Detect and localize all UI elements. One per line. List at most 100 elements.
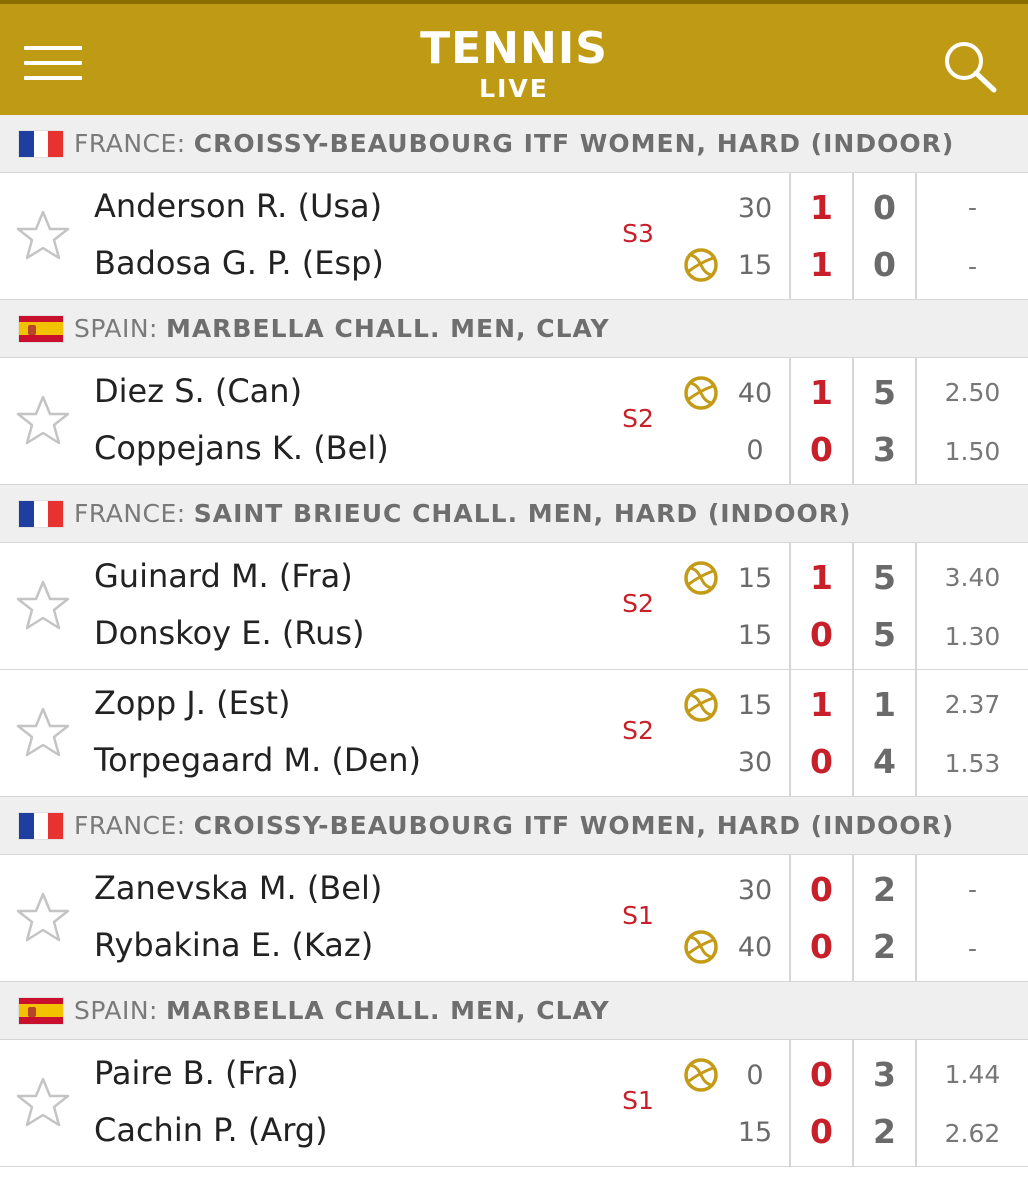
match-row[interactable]: Zanevska M. (Bel) Rybakina E. (Kaz) S1 30 40… <box>0 855 1028 982</box>
serving-ball-icon <box>683 560 719 596</box>
app-header: TENNIS LIVE <box>0 0 1028 115</box>
player-name: Diez S. (Can) <box>94 372 303 410</box>
odds-value[interactable]: - <box>917 193 1028 222</box>
current-set-label: S1 <box>622 1086 654 1115</box>
league-name: CROISSY-BEAUBOURG ITF WOMEN, HARD (INDOO… <box>193 811 955 840</box>
player-name: Zopp J. (Est) <box>94 684 291 722</box>
france-flag-icon <box>18 499 64 528</box>
app-title-sub: LIVE <box>479 74 549 103</box>
league-name: MARBELLA CHALL. MEN, CLAY <box>165 996 610 1025</box>
game-score: 15 <box>737 250 773 281</box>
spain-flag-icon <box>18 996 64 1025</box>
player-name: Zanevska M. (Bel) <box>94 869 383 907</box>
match-row[interactable]: Guinard M. (Fra) Donskoy E. (Rus) S2 15 15 1 0… <box>0 543 1028 670</box>
game-score: 15 <box>737 563 773 594</box>
sets-score: 1 <box>810 188 833 227</box>
odds-value[interactable]: - <box>917 252 1028 281</box>
odds-value[interactable]: 1.30 <box>917 622 1028 651</box>
league-country: SPAIN: <box>74 996 158 1025</box>
serving-ball-icon <box>683 1057 719 1093</box>
favorite-star-icon[interactable] <box>14 393 72 451</box>
game-score: 30 <box>737 193 773 224</box>
league-name: CROISSY-BEAUBOURG ITF WOMEN, HARD (INDOO… <box>193 129 955 158</box>
odds-value[interactable]: 1.44 <box>917 1060 1028 1089</box>
match-list: FRANCE: CROISSY-BEAUBOURG ITF WOMEN, HARD… <box>0 115 1028 1167</box>
sets-score: 1 <box>810 685 833 724</box>
player-name: Coppejans K. (Bel) <box>94 429 389 467</box>
games-score: 3 <box>873 430 896 469</box>
favorite-star-icon[interactable] <box>14 578 72 636</box>
game-score: 30 <box>737 747 773 778</box>
league-header: FRANCE: CROISSY-BEAUBOURG ITF WOMEN, HARD… <box>0 797 1028 855</box>
games-score: 3 <box>873 1055 896 1094</box>
match-row[interactable]: Paire B. (Fra) Cachin P. (Arg) S1 0 15 0 0 3 2 1.… <box>0 1040 1028 1167</box>
odds-value[interactable]: 2.50 <box>917 378 1028 407</box>
player-name: Paire B. (Fra) <box>94 1054 299 1092</box>
league-header: SPAIN: MARBELLA CHALL. MEN, CLAY <box>0 982 1028 1040</box>
league-header: SPAIN: MARBELLA CHALL. MEN, CLAY <box>0 300 1028 358</box>
favorite-star-icon[interactable] <box>14 705 72 763</box>
player-name: Anderson R. (Usa) <box>94 187 383 225</box>
match-row[interactable]: Anderson R. (Usa) Badosa G. P. (Esp) S3 30 1… <box>0 173 1028 300</box>
odds-value[interactable]: 3.40 <box>917 563 1028 592</box>
games-score: 5 <box>873 558 896 597</box>
sets-score: 0 <box>810 1055 833 1094</box>
games-score: 5 <box>873 615 896 654</box>
sets-score: 0 <box>810 1112 833 1151</box>
league-header: FRANCE: SAINT BRIEUC CHALL. MEN, HARD (IN… <box>0 485 1028 543</box>
league-name: SAINT BRIEUC CHALL. MEN, HARD (INDOOR) <box>193 499 852 528</box>
sets-score: 0 <box>810 615 833 654</box>
odds-value[interactable]: 2.62 <box>917 1119 1028 1148</box>
game-score: 15 <box>737 690 773 721</box>
sets-score: 0 <box>810 742 833 781</box>
game-score: 40 <box>737 932 773 963</box>
favorite-star-icon[interactable] <box>14 890 72 948</box>
favorite-star-icon[interactable] <box>14 208 72 266</box>
league-country: FRANCE: <box>74 499 186 528</box>
player-name: Torpegaard M. (Den) <box>94 741 421 779</box>
sets-score: 0 <box>810 870 833 909</box>
app-title: TENNIS LIVE <box>0 24 1028 104</box>
serving-ball-icon <box>683 929 719 965</box>
game-score: 30 <box>737 875 773 906</box>
current-set-label: S2 <box>622 404 654 433</box>
player-name: Badosa G. P. (Esp) <box>94 244 384 282</box>
match-row[interactable]: Zopp J. (Est) Torpegaard M. (Den) S2 15 30 1 0… <box>0 670 1028 797</box>
games-score: 5 <box>873 373 896 412</box>
games-score: 0 <box>873 245 896 284</box>
player-name: Donskoy E. (Rus) <box>94 614 365 652</box>
current-set-label: S3 <box>622 219 654 248</box>
player-name: Rybakina E. (Kaz) <box>94 926 374 964</box>
games-score: 0 <box>873 188 896 227</box>
games-score: 2 <box>873 927 896 966</box>
favorite-star-icon[interactable] <box>14 1075 72 1133</box>
odds-value[interactable]: 2.37 <box>917 690 1028 719</box>
game-score: 0 <box>746 1060 764 1091</box>
current-set-label: S2 <box>622 716 654 745</box>
games-score: 2 <box>873 870 896 909</box>
odds-value[interactable]: 1.53 <box>917 749 1028 778</box>
sets-score: 1 <box>810 373 833 412</box>
odds-value[interactable]: - <box>917 934 1028 963</box>
sets-score: 1 <box>810 245 833 284</box>
sets-score: 0 <box>810 927 833 966</box>
france-flag-icon <box>18 129 64 158</box>
games-score: 2 <box>873 1112 896 1151</box>
serving-ball-icon <box>683 247 719 283</box>
search-icon[interactable] <box>940 38 1000 94</box>
sets-score: 1 <box>810 558 833 597</box>
game-score: 40 <box>737 378 773 409</box>
game-score: 15 <box>737 620 773 651</box>
odds-value[interactable]: - <box>917 875 1028 904</box>
spain-flag-icon <box>18 314 64 343</box>
league-country: SPAIN: <box>74 314 158 343</box>
france-flag-icon <box>18 811 64 840</box>
serving-ball-icon <box>683 375 719 411</box>
odds-value[interactable]: 1.50 <box>917 437 1028 466</box>
player-name: Cachin P. (Arg) <box>94 1111 328 1149</box>
game-score: 0 <box>746 435 764 466</box>
current-set-label: S1 <box>622 901 654 930</box>
league-header: FRANCE: CROISSY-BEAUBOURG ITF WOMEN, HARD… <box>0 115 1028 173</box>
match-row[interactable]: Diez S. (Can) Coppejans K. (Bel) S2 40 0 1 0 5 3… <box>0 358 1028 485</box>
serving-ball-icon <box>683 687 719 723</box>
